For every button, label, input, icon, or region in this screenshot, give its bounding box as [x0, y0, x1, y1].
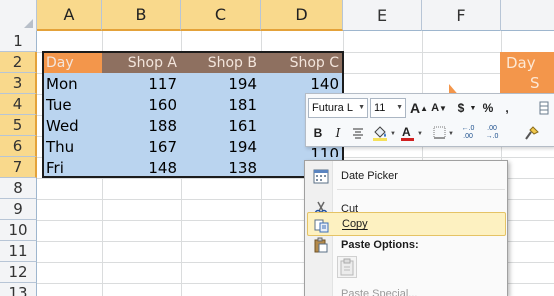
chevron-down-icon: ▼: [396, 104, 403, 111]
copy-icon: [314, 219, 329, 233]
svg-text:▼: ▼: [448, 131, 454, 137]
chevron-down-icon: ▼: [358, 104, 365, 111]
font-name-value: Futura L: [312, 102, 353, 114]
context-menu: Date Picker Cut Copy Paste Options: Past…: [304, 160, 508, 296]
paste-icon: [314, 237, 328, 253]
decrease-decimal-bottom: →.0: [485, 133, 499, 140]
row-header-11[interactable]: 11: [0, 241, 37, 262]
paste-clipboard-icon: [340, 258, 354, 276]
selection-border: [42, 51, 344, 178]
row-header-12[interactable]: 12: [0, 262, 37, 283]
row-header-10[interactable]: 10: [0, 220, 37, 241]
borders-icon: ▼: [433, 126, 454, 139]
font-color-icon: A ▼: [401, 125, 423, 141]
row-header-5[interactable]: 5: [0, 115, 37, 136]
menu-item-label: Paste Special...: [341, 288, 418, 296]
menu-item-paste-options: Paste Options:: [307, 233, 506, 257]
font-color-button[interactable]: A ▼: [400, 123, 424, 143]
grow-font-icon: A: [409, 100, 421, 116]
svg-text:▼: ▼: [390, 131, 395, 137]
comma-button[interactable]: ,: [500, 98, 514, 118]
fill-color-button[interactable]: ▼: [370, 123, 396, 143]
menu-item-label: Date Picker: [341, 170, 398, 182]
column-header-d[interactable]: D: [261, 0, 343, 31]
currency-button[interactable]: $: [454, 98, 468, 118]
row-header-13[interactable]: 13: [0, 283, 37, 296]
select-all-button[interactable]: [0, 0, 37, 31]
column-header-e[interactable]: E: [343, 0, 422, 31]
decrease-decimal-top: .00: [487, 125, 497, 132]
chevron-down-icon[interactable]: ▼: [469, 98, 477, 118]
font-name-combo[interactable]: Futura L ▼: [308, 98, 368, 118]
chart-label-day: Day: [506, 54, 536, 72]
menu-item-label: Paste Options:: [341, 239, 419, 251]
row-header-4[interactable]: 4: [0, 94, 37, 115]
row-header-1[interactable]: 1: [0, 31, 37, 52]
date-picker-icon: [313, 169, 329, 184]
row-header-6[interactable]: 6: [0, 136, 37, 157]
column-header-f[interactable]: F: [422, 0, 501, 31]
column-header-b[interactable]: B: [102, 0, 181, 31]
column-header-a[interactable]: A: [37, 0, 102, 31]
grow-font-button[interactable]: A ▲: [410, 98, 428, 118]
chart-fragment[interactable]: Day S: [500, 52, 554, 94]
increase-decimal-bottom: .00: [463, 133, 473, 140]
center-align-button[interactable]: [350, 123, 366, 143]
format-cells-icon: [539, 101, 549, 115]
italic-button[interactable]: I: [330, 123, 346, 143]
chart-label-s: S: [530, 74, 540, 92]
increase-decimal-button[interactable]: ←.0 .00: [458, 123, 478, 143]
shrink-font-button[interactable]: A ▼: [430, 98, 448, 118]
column-header-c[interactable]: C: [181, 0, 261, 31]
increase-decimal-top: ←.0: [461, 125, 475, 132]
font-size-value: 11: [374, 102, 386, 114]
row-header-8[interactable]: 8: [0, 178, 37, 199]
font-size-combo[interactable]: 11 ▼: [370, 98, 406, 118]
format-painter-icon: [525, 126, 539, 140]
row-header-7[interactable]: 7: [0, 157, 37, 178]
svg-text:A: A: [402, 125, 411, 139]
paste-option-button[interactable]: [337, 256, 357, 278]
fill-bucket-icon: ▼: [373, 126, 395, 141]
borders-button[interactable]: ▼: [432, 123, 456, 143]
select-all-icon: [24, 19, 33, 28]
menu-separator: [337, 189, 505, 190]
svg-text:▼: ▼: [417, 131, 423, 137]
row-header-2[interactable]: 2: [0, 52, 37, 73]
format-icon[interactable]: [536, 98, 552, 118]
row-header-3[interactable]: 3: [0, 73, 37, 94]
mini-toolbar: Futura L ▼ 11 ▼ A ▲ A ▼ $ ▼ % , B I ▼ A ▼ ▼: [305, 93, 554, 147]
align-center-icon: [353, 128, 363, 139]
shrink-font-icon: A: [431, 102, 440, 114]
format-painter-button[interactable]: [522, 123, 542, 143]
decrease-decimal-button[interactable]: .00 →.0: [482, 123, 502, 143]
column-header-g[interactable]: [501, 0, 554, 31]
spreadsheet: A B C D E F 1 2 3 4 5 6 7 8 9 10 11 12 1…: [0, 0, 554, 296]
menu-item-date-picker[interactable]: Date Picker: [307, 164, 506, 188]
menu-item-label: Copy: [342, 218, 368, 230]
bold-button[interactable]: B: [310, 123, 326, 143]
menu-item-paste-special[interactable]: Paste Special...: [307, 282, 506, 296]
row-header-9[interactable]: 9: [0, 199, 37, 220]
percent-button[interactable]: %: [480, 98, 496, 118]
